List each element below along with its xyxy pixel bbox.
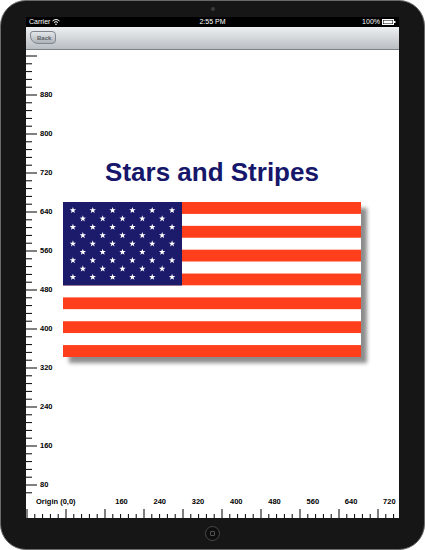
ruler-label: 160: [40, 441, 53, 451]
ruler-label: 800: [40, 129, 53, 139]
ruler-label: 640: [341, 497, 360, 507]
ruler-label: 880: [40, 90, 53, 100]
screen: Carrier 2:55 PM 100% Back 880 800 720 640 560 480…: [26, 17, 399, 518]
bottom-bezel: [1, 518, 424, 549]
ruler-label: 480: [40, 285, 53, 295]
ruler-label: 640: [40, 207, 53, 217]
content: 880 800 720 640 560 480 400 320 240 160 80 Stars an…: [26, 50, 399, 518]
home-square-icon: [210, 531, 215, 536]
home-button[interactable]: [205, 526, 220, 541]
ruler-label: 720: [380, 497, 399, 507]
battery-percent: 100%: [362, 17, 380, 27]
ruler-label: 720: [40, 168, 53, 178]
ruler-label: 160: [112, 497, 131, 507]
title: Stars and Stripes: [105, 157, 319, 187]
camera-icon: [211, 7, 215, 11]
nav-bar: Back: [26, 27, 399, 50]
status-bar: Carrier 2:55 PM 100%: [26, 17, 399, 27]
vertical-ruler: 880 800 720 640 560 480 400 320 240 160 80: [26, 50, 62, 495]
horizontal-ruler-ticks: [26, 509, 399, 518]
status-left: Carrier: [29, 17, 199, 27]
back-button[interactable]: Back: [30, 31, 56, 44]
canvas-area: 880 800 720 640 560 480 400 320 240 160 80 Stars an…: [26, 50, 399, 495]
ruler-label: 400: [227, 497, 246, 507]
ruler-label: 560: [40, 246, 53, 256]
status-right: 100%: [226, 17, 396, 27]
ruler-label: 320: [40, 363, 53, 373]
ipad-device: Carrier 2:55 PM 100% Back 880 800 720 640 560 480…: [0, 0, 425, 550]
wifi-icon: [52, 19, 60, 25]
vertical-ruler-ticks: [26, 50, 37, 495]
battery-icon: [382, 19, 396, 25]
origin-label: Origin (0,0): [36, 497, 93, 507]
ruler-label: 320: [188, 497, 207, 507]
flag-block: Stars and Stripes: [63, 157, 361, 357]
horizontal-ruler-labels: Origin (0,0) 160 240 320 400 480 560 640 720: [26, 495, 399, 509]
ruler-label: 240: [40, 402, 53, 412]
horizontal-ruler: Origin (0,0) 160 240 320 400 480 560 640 720: [26, 495, 399, 518]
carrier: Carrier: [29, 17, 50, 27]
flag: [63, 202, 361, 357]
top-bezel: [1, 1, 424, 17]
time: 2:55 PM: [199, 17, 225, 27]
main: Stars and Stripes: [62, 50, 399, 495]
ruler-label: 400: [40, 324, 53, 334]
ruler-label: 560: [303, 497, 322, 507]
ruler-label: 240: [150, 497, 169, 507]
vertical-ruler-labels: 880 800 720 640 560 480 400 320 240 160 80: [40, 50, 53, 495]
ruler-label: 480: [265, 497, 284, 507]
ruler-label: 80: [40, 480, 53, 490]
